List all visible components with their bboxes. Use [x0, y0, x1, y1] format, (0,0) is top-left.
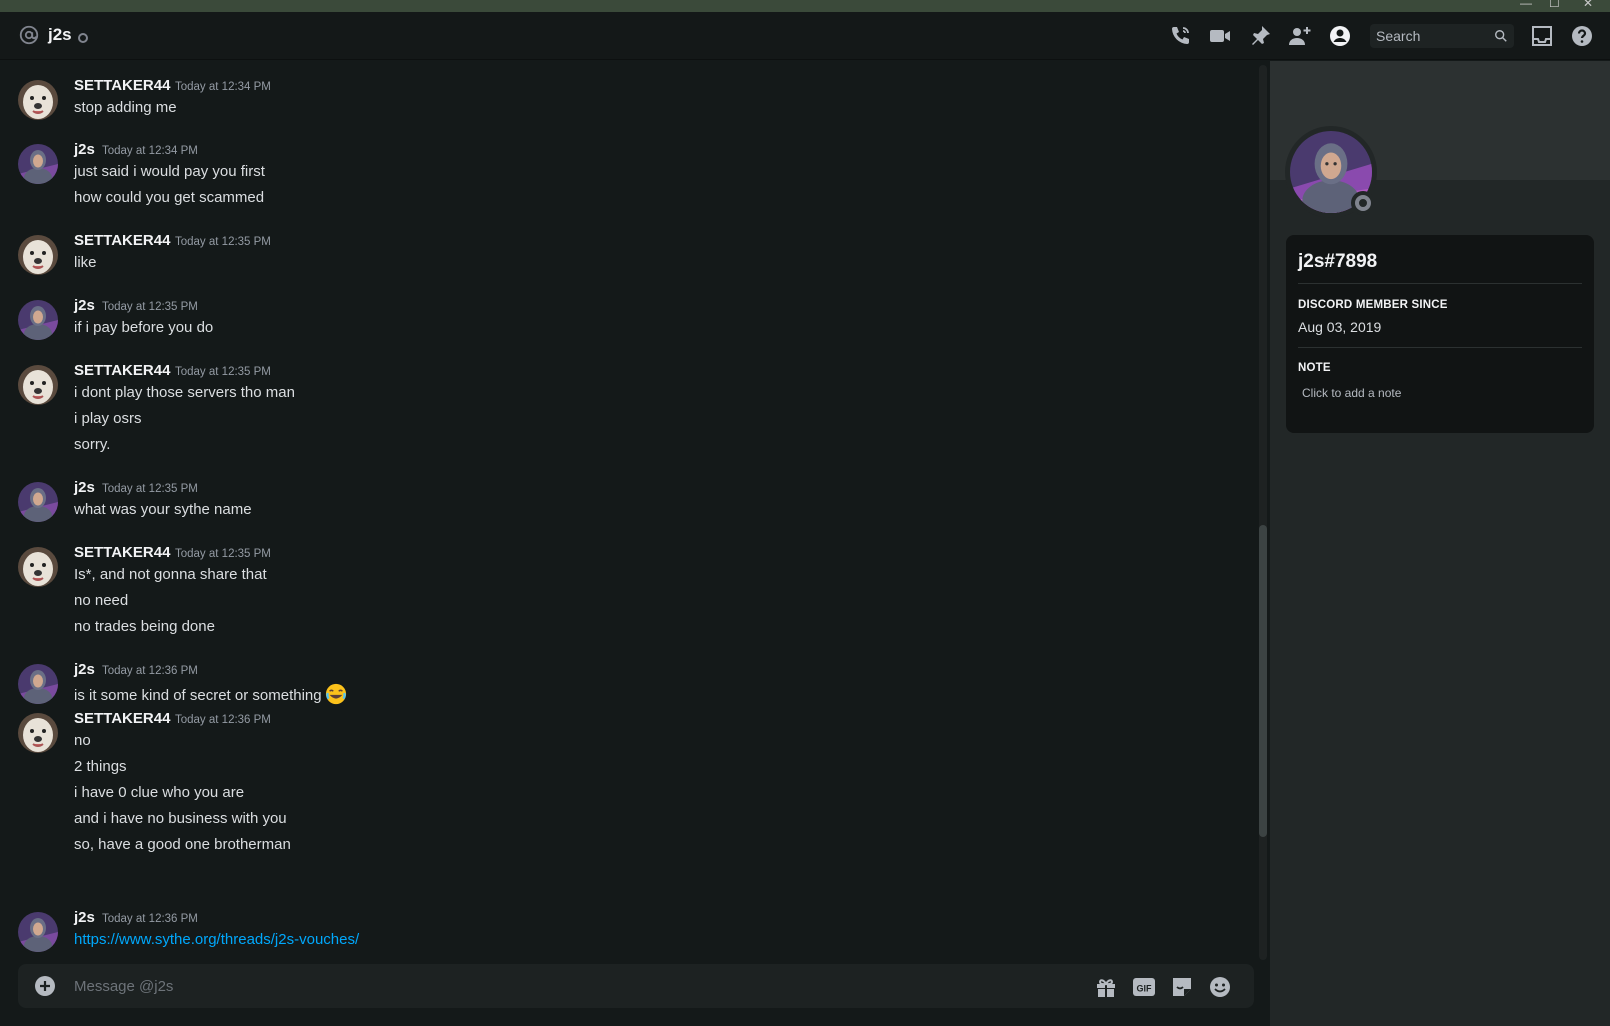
message-text: i play osrs	[74, 410, 142, 427]
pin-icon[interactable]	[1248, 24, 1272, 48]
video-call-icon[interactable]	[1208, 24, 1232, 48]
message-timestamp: Today at 12:34 PM	[102, 145, 198, 157]
message-author[interactable]: j2s	[74, 141, 95, 158]
help-icon[interactable]	[1570, 24, 1594, 48]
avatar-dog[interactable]	[18, 80, 58, 120]
message-author[interactable]: j2s	[74, 661, 95, 678]
message-timestamp: Today at 12:35 PM	[102, 483, 198, 495]
message-text: so, have a good one brotherman	[74, 836, 291, 853]
member-since-date: Aug 03, 2019	[1298, 319, 1382, 335]
divider	[1298, 283, 1582, 284]
avatar-dog[interactable]	[18, 713, 58, 753]
emoji-picker-icon[interactable]	[1208, 975, 1232, 999]
message-timestamp: Today at 12:34 PM	[175, 81, 271, 93]
message-text: if i pay before you do	[74, 319, 214, 336]
avatar-person[interactable]	[18, 482, 58, 522]
message-text: is it some kind of secret or something	[74, 687, 322, 704]
divider	[1298, 347, 1582, 348]
profile-status-indicator	[1351, 191, 1375, 215]
page-title: j2s	[48, 25, 72, 44]
avatar-person[interactable]	[18, 912, 58, 952]
message-timestamp: Today at 12:35 PM	[102, 301, 198, 313]
message-link[interactable]: https://www.sythe.org/threads/j2s-vouche…	[74, 931, 359, 948]
message-timestamp: Today at 12:35 PM	[175, 236, 271, 248]
message-text: no trades being done	[74, 618, 215, 635]
message-text: i have 0 clue who you are	[74, 784, 245, 801]
window-titlebar: — ☐ ✕	[0, 0, 1610, 12]
close-window-button[interactable]: ✕	[1583, 0, 1593, 10]
message-author[interactable]: j2s	[74, 909, 95, 926]
message-author[interactable]: j2s	[74, 479, 95, 496]
offline-status-indicator	[78, 33, 88, 43]
avatar-dog[interactable]	[18, 547, 58, 587]
avatar-person[interactable]	[18, 144, 58, 184]
user-profile-panel: j2s#7898 DISCORD MEMBER SINCE Aug 03, 20…	[1270, 61, 1610, 1026]
maximize-button[interactable]: ☐	[1549, 0, 1560, 10]
avatar-person[interactable]	[18, 664, 58, 704]
note-heading: NOTE	[1298, 362, 1331, 374]
avatar-dog[interactable]	[18, 365, 58, 405]
gift-icon[interactable]	[1094, 975, 1118, 999]
message-text: i dont play those servers tho man	[74, 384, 295, 401]
message-text: just said i would pay you first	[74, 163, 265, 180]
message-text-row: is it some kind of secret or something	[74, 683, 347, 705]
scrollbar-thumb[interactable]	[1259, 525, 1267, 837]
message-text: like	[74, 254, 97, 271]
message-text: sorry.	[74, 436, 111, 453]
message-text: no need	[74, 592, 129, 609]
add-friend-icon[interactable]	[1288, 24, 1312, 48]
message-text: what was your sythe name	[74, 501, 252, 518]
note-input[interactable]: Click to add a note	[1302, 386, 1401, 400]
search-box[interactable]	[1370, 24, 1514, 48]
profile-info-card: j2s#7898 DISCORD MEMBER SINCE Aug 03, 20…	[1286, 235, 1594, 433]
message-timestamp: Today at 12:36 PM	[102, 913, 198, 925]
message-timestamp: Today at 12:35 PM	[175, 548, 271, 560]
add-attachment-icon[interactable]	[34, 975, 56, 997]
avatar-person[interactable]	[18, 300, 58, 340]
user-profile-icon[interactable]	[1328, 24, 1352, 48]
message-link-row: https://www.sythe.org/threads/j2s-vouche…	[74, 931, 359, 948]
message-author[interactable]: j2s	[74, 297, 95, 314]
at-sign-icon	[19, 25, 39, 45]
message-list: SETTAKER44 Today at 12:34 PM stop adding…	[0, 61, 1258, 963]
chat-scrollbar[interactable]	[1259, 65, 1267, 960]
message-text: no	[74, 732, 91, 749]
member-since-heading: DISCORD MEMBER SINCE	[1298, 299, 1448, 311]
message-timestamp: Today at 12:35 PM	[175, 366, 271, 378]
search-icon	[1495, 30, 1507, 42]
message-timestamp: Today at 12:36 PM	[102, 665, 198, 677]
avatar-dog[interactable]	[18, 235, 58, 275]
message-author[interactable]: SETTAKER44	[74, 362, 170, 379]
message-text: Is*, and not gonna share that	[74, 566, 267, 583]
sticker-icon[interactable]	[1170, 975, 1194, 999]
search-input[interactable]	[1376, 26, 1484, 46]
message-composer: GIF	[18, 964, 1254, 1008]
message-author[interactable]: SETTAKER44	[74, 544, 170, 561]
message-text: stop adding me	[74, 99, 177, 116]
message-text: 2 things	[74, 758, 127, 775]
voice-call-icon[interactable]	[1168, 24, 1192, 48]
joy-emoji-icon	[325, 683, 346, 705]
minimize-button[interactable]: —	[1520, 0, 1532, 10]
message-text: how could you get scammed	[74, 189, 265, 206]
message-author[interactable]: SETTAKER44	[74, 232, 170, 249]
channel-header: j2s	[0, 12, 1610, 60]
gif-icon[interactable]: GIF	[1132, 975, 1156, 999]
message-author[interactable]: SETTAKER44	[74, 710, 170, 727]
profile-handle: j2s#7898	[1298, 251, 1378, 272]
message-text: and i have no business with you	[74, 810, 287, 827]
message-author[interactable]: SETTAKER44	[74, 77, 170, 94]
message-input[interactable]	[74, 974, 1054, 998]
message-timestamp: Today at 12:36 PM	[175, 714, 271, 726]
gif-label: GIF	[1137, 984, 1153, 994]
inbox-icon[interactable]	[1530, 24, 1554, 48]
